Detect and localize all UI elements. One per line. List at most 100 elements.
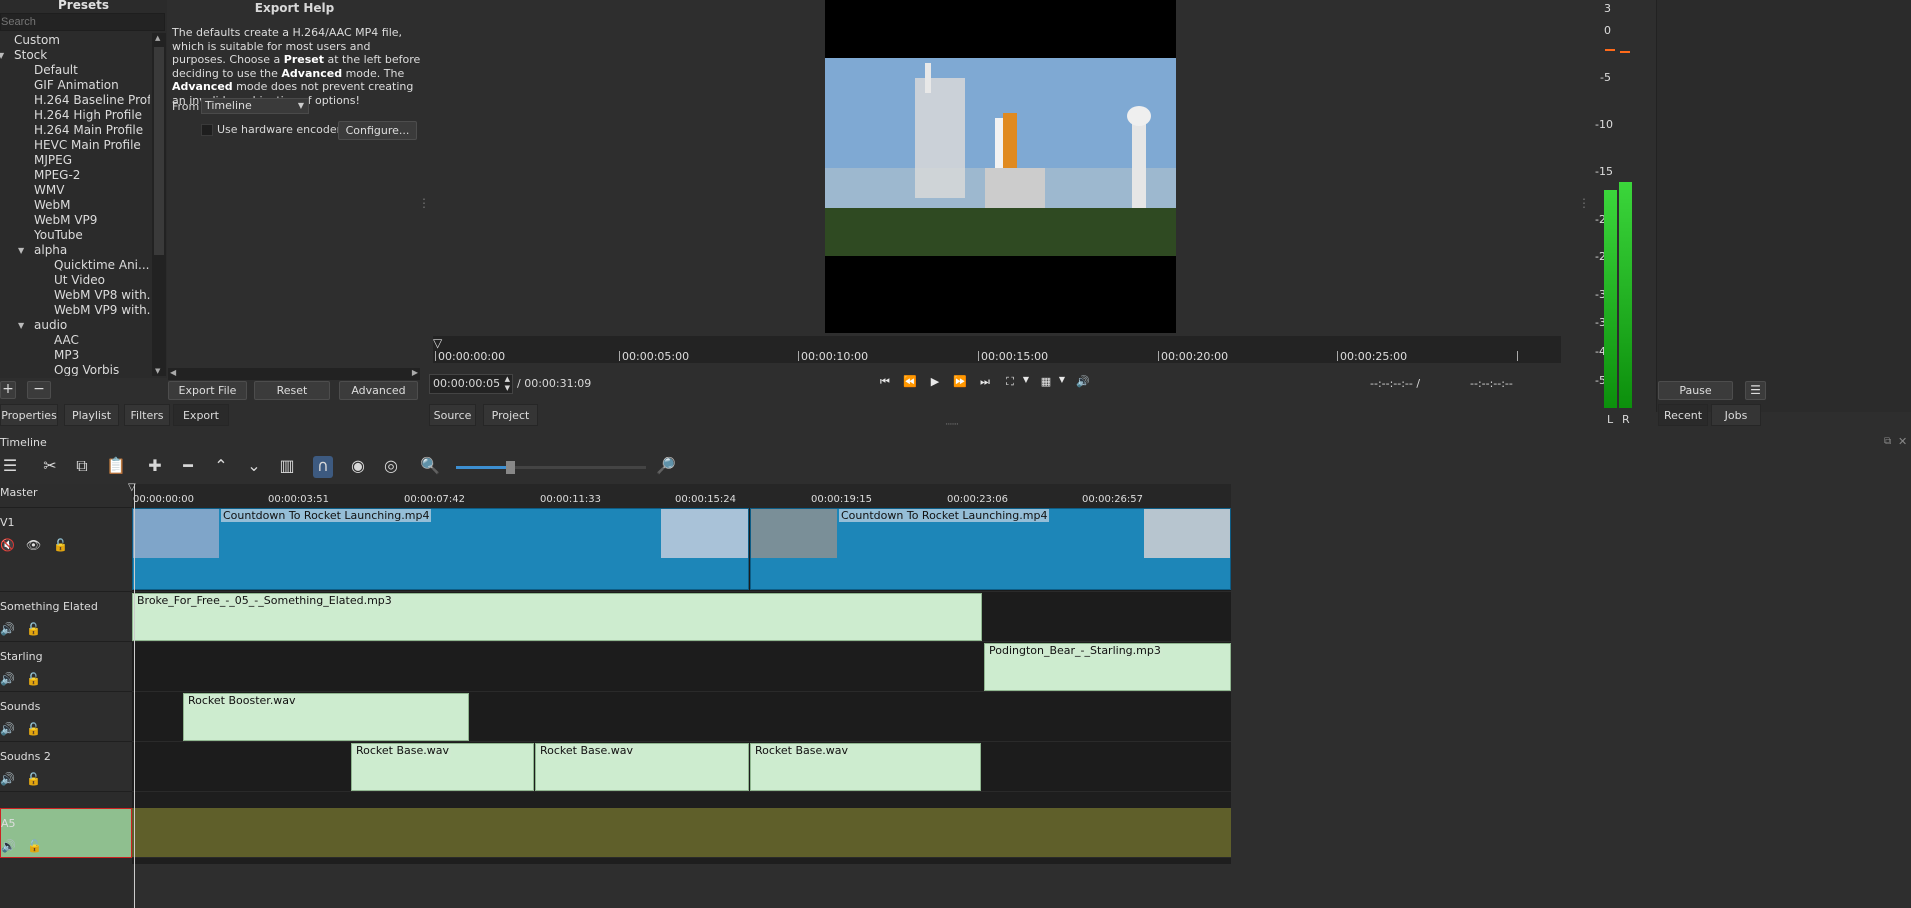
- preset-tree-item[interactable]: GIF Animation: [0, 78, 150, 93]
- close-icon[interactable]: ✕: [1898, 435, 1907, 448]
- scroll-down-icon[interactable]: ▼: [155, 367, 160, 375]
- expand-arrow-icon[interactable]: ▼: [18, 243, 24, 258]
- copy-icon[interactable]: ⧉: [72, 456, 92, 476]
- remove-icon[interactable]: ━: [178, 456, 198, 475]
- preset-tree-item[interactable]: ▼ alpha: [0, 243, 150, 258]
- tab-recent[interactable]: Recent: [1658, 404, 1708, 426]
- mute-icon[interactable]: 🔇: [0, 538, 15, 552]
- tab-export[interactable]: Export: [173, 404, 229, 426]
- lock-icon[interactable]: 🔓: [26, 672, 41, 686]
- spin-arrows-icon[interactable]: ▲ ▼: [505, 375, 510, 393]
- audio-clip[interactable]: Rocket Base.wav: [535, 743, 749, 791]
- tab-jobs[interactable]: Jobs: [1711, 404, 1761, 426]
- lane-starling[interactable]: Podington_Bear_-_Starling.mp3: [132, 642, 1231, 692]
- split-icon[interactable]: ▥: [277, 456, 297, 475]
- timeline-ruler[interactable]: ▽ 00:00:00:00 00:00:03:51 00:00:07:42 00…: [128, 482, 1231, 508]
- preset-tree-item[interactable]: H.264 High Profile: [0, 108, 150, 123]
- preset-tree-item[interactable]: MP3: [0, 348, 150, 363]
- lift-icon[interactable]: ⌃: [211, 456, 231, 475]
- preset-tree-item[interactable]: MJPEG: [0, 153, 150, 168]
- timecode-input[interactable]: 00:00:00:05 ▲ ▼: [429, 374, 513, 394]
- preset-tree-item[interactable]: AAC: [0, 333, 150, 348]
- advanced-button[interactable]: Advanced: [339, 381, 418, 400]
- timeline-playhead[interactable]: [134, 484, 135, 908]
- preset-tree-item[interactable]: ▼ Stock: [0, 48, 150, 63]
- track-header-something-elated[interactable]: Something Elated 🔊 🔓: [0, 592, 132, 642]
- expand-arrow-icon[interactable]: ▼: [18, 318, 24, 333]
- from-select[interactable]: Timeline ▼: [201, 98, 309, 114]
- video-clip[interactable]: Countdown To Rocket Launching.mp4: [750, 508, 1231, 590]
- ripple-icon[interactable]: ◎: [381, 456, 401, 475]
- tab-source[interactable]: Source: [429, 404, 476, 426]
- lane-sounds[interactable]: Rocket Booster.wav: [132, 692, 1231, 742]
- lock-icon[interactable]: 🔓: [26, 772, 41, 786]
- fast-forward-icon[interactable]: ⏩: [952, 375, 968, 388]
- splitter-dots[interactable]: ·······: [945, 420, 959, 430]
- tab-filters[interactable]: Filters: [124, 404, 170, 426]
- preset-tree-item[interactable]: H.264 Main Profile: [0, 123, 150, 138]
- skip-to-start-icon[interactable]: ⏮: [877, 375, 893, 389]
- audio-clip[interactable]: Rocket Base.wav: [351, 743, 534, 791]
- track-header-a5[interactable]: A5 🔊 🔓: [0, 808, 132, 858]
- lane-soudns-2[interactable]: Rocket Base.wav Rocket Base.wav Rocket B…: [132, 742, 1231, 792]
- append-icon[interactable]: ✚: [145, 456, 165, 475]
- export-file-button[interactable]: Export File: [168, 381, 247, 400]
- volume-icon[interactable]: 🔊: [1075, 375, 1091, 388]
- preset-tree-item[interactable]: MPEG-2: [0, 168, 150, 183]
- snap-icon[interactable]: ∩: [313, 456, 333, 478]
- chevron-down-icon[interactable]: ▼: [1054, 375, 1070, 384]
- float-icon[interactable]: ⧉: [1884, 436, 1891, 447]
- reset-button[interactable]: Reset: [254, 381, 330, 400]
- cut-icon[interactable]: ✂: [40, 456, 60, 475]
- audio-clip[interactable]: Rocket Base.wav: [750, 743, 981, 791]
- eye-icon[interactable]: 👁: [26, 538, 41, 552]
- add-preset-button[interactable]: +: [0, 381, 16, 399]
- track-header-starling[interactable]: Starling 🔊 🔓: [0, 642, 132, 692]
- player-scrubber[interactable]: ▽ 00:00:00:00 00:00:05:00 00:00:10:00 00…: [433, 336, 1561, 363]
- play-icon[interactable]: ▶: [927, 375, 943, 388]
- lane-something-elated[interactable]: Broke_For_Free_-_05_-_Something_Elated.m…: [132, 592, 1231, 642]
- preset-tree-item[interactable]: Ogg Vorbis: [0, 363, 150, 376]
- playhead-marker-icon[interactable]: ▽: [433, 336, 442, 350]
- audio-clip[interactable]: Broke_For_Free_-_05_-_Something_Elated.m…: [132, 593, 982, 641]
- preset-tree-scrollbar[interactable]: ▲ ▼: [152, 33, 166, 376]
- lane-v1[interactable]: Countdown To Rocket Launching.mp4 Countd…: [132, 508, 1231, 592]
- zoom-slider-handle[interactable]: [506, 461, 515, 474]
- tab-project[interactable]: Project: [483, 404, 538, 426]
- hardware-encoder-checkbox[interactable]: [201, 124, 213, 136]
- video-clip[interactable]: Countdown To Rocket Launching.mp4: [132, 508, 749, 590]
- configure-button[interactable]: Configure...: [338, 121, 417, 140]
- volume-icon[interactable]: 🔊: [0, 772, 15, 786]
- preset-tree-item[interactable]: YouTube: [0, 228, 150, 243]
- volume-icon[interactable]: 🔊: [0, 722, 15, 736]
- preset-tree-item[interactable]: ▼ audio: [0, 318, 150, 333]
- audio-clip[interactable]: Rocket Booster.wav: [183, 693, 469, 741]
- remove-preset-button[interactable]: −: [27, 381, 51, 399]
- pause-jobs-button[interactable]: Pause: [1658, 381, 1733, 400]
- preset-tree-item[interactable]: WebM VP9: [0, 213, 150, 228]
- volume-icon[interactable]: 🔊: [0, 622, 15, 636]
- track-header-v1[interactable]: V1 🔇 👁 🔓: [0, 508, 132, 592]
- grid-icon[interactable]: ▦: [1038, 375, 1054, 388]
- lock-icon[interactable]: 🔓: [27, 839, 42, 853]
- zoom-slider[interactable]: [456, 461, 646, 474]
- overwrite-icon[interactable]: ⌄: [244, 456, 264, 475]
- export-hscrollbar[interactable]: ◀ ▶: [168, 368, 420, 380]
- scroll-up-icon[interactable]: ▲: [155, 34, 160, 42]
- preset-tree-item[interactable]: WebM: [0, 198, 150, 213]
- video-preview[interactable]: [825, 0, 1176, 333]
- splitter-handle[interactable]: ⋮: [418, 196, 430, 210]
- preset-tree-item[interactable]: Quicktime Ani...: [0, 258, 150, 273]
- preset-tree-item[interactable]: H.264 Baseline Profile: [0, 93, 150, 108]
- track-header-soudns-2[interactable]: Soudns 2 🔊 🔓: [0, 742, 132, 792]
- scrub-icon[interactable]: ◉: [348, 456, 368, 475]
- scrollbar-thumb[interactable]: [154, 47, 164, 255]
- scroll-left-icon[interactable]: ◀: [170, 368, 176, 377]
- tab-playlist[interactable]: Playlist: [64, 404, 119, 426]
- track-header-sounds[interactable]: Sounds 🔊 🔓: [0, 692, 132, 742]
- preset-tree-item[interactable]: WebM VP8 with...: [0, 288, 150, 303]
- scroll-right-icon[interactable]: ▶: [412, 368, 418, 377]
- lane-a5[interactable]: [132, 808, 1231, 858]
- preset-tree-item[interactable]: WMV: [0, 183, 150, 198]
- preset-tree-item[interactable]: Ut Video: [0, 273, 150, 288]
